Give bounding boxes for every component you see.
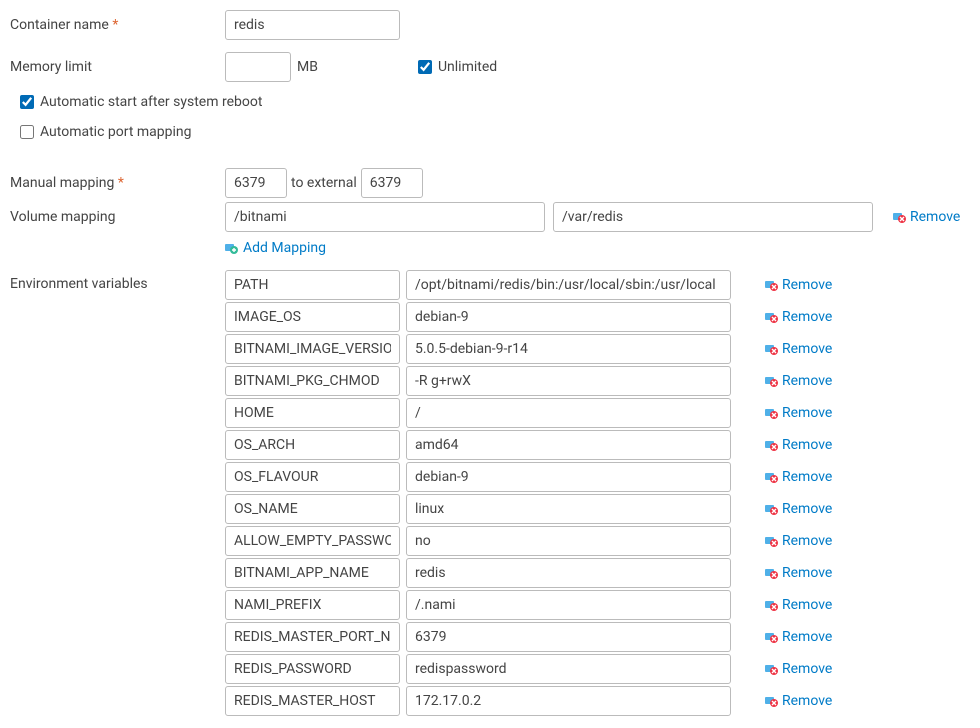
env-row: Remove	[225, 654, 832, 684]
port-internal-input[interactable]	[225, 168, 287, 198]
auto-port-checkbox[interactable]	[20, 125, 34, 139]
env-key-input[interactable]	[225, 686, 400, 716]
add-mapping-button[interactable]: Add Mapping	[243, 240, 326, 256]
env-remove-button[interactable]: Remove	[765, 277, 832, 293]
env-value-input[interactable]	[406, 398, 731, 428]
remove-icon	[765, 471, 779, 483]
remove-icon	[765, 311, 779, 323]
env-key-input[interactable]	[225, 334, 400, 364]
required-asterisk: *	[112, 17, 118, 33]
volume-target-input[interactable]	[553, 202, 873, 232]
env-key-input[interactable]	[225, 398, 400, 428]
remove-icon	[765, 503, 779, 515]
env-remove-button[interactable]: Remove	[765, 597, 832, 613]
env-value-input[interactable]	[406, 622, 731, 652]
remove-icon	[765, 407, 779, 419]
remove-icon	[765, 343, 779, 355]
env-value-input[interactable]	[406, 654, 731, 684]
env-key-input[interactable]	[225, 462, 400, 492]
env-key-input[interactable]	[225, 366, 400, 396]
env-key-input[interactable]	[225, 526, 400, 556]
env-row: Remove	[225, 398, 832, 428]
memory-limit-input[interactable]	[225, 52, 291, 82]
env-row: Remove	[225, 430, 832, 460]
env-row: Remove	[225, 270, 832, 300]
env-row: Remove	[225, 494, 832, 524]
env-value-input[interactable]	[406, 558, 731, 588]
env-remove-button[interactable]: Remove	[765, 533, 832, 549]
memory-limit-label: Memory limit	[10, 59, 225, 75]
remove-icon	[765, 663, 779, 675]
auto-start-checkbox[interactable]	[20, 95, 34, 109]
env-key-input[interactable]	[225, 558, 400, 588]
env-row: Remove	[225, 686, 832, 716]
env-row: Remove	[225, 334, 832, 364]
volume-mapping-label: Volume mapping	[10, 209, 225, 225]
env-value-input[interactable]	[406, 430, 731, 460]
env-value-input[interactable]	[406, 270, 731, 300]
env-value-input[interactable]	[406, 462, 731, 492]
volume-remove-button[interactable]: Remove	[893, 209, 960, 225]
env-remove-button[interactable]: Remove	[765, 437, 832, 453]
env-remove-button[interactable]: Remove	[765, 565, 832, 581]
env-value-input[interactable]	[406, 334, 731, 364]
env-row: Remove	[225, 558, 832, 588]
env-key-input[interactable]	[225, 430, 400, 460]
remove-icon	[765, 599, 779, 611]
env-row: Remove	[225, 302, 832, 332]
remove-icon	[765, 567, 779, 579]
required-asterisk: *	[118, 175, 124, 191]
env-remove-button[interactable]: Remove	[765, 629, 832, 645]
auto-start-label: Automatic start after system reboot	[40, 94, 262, 110]
env-row: Remove	[225, 622, 832, 652]
env-remove-button[interactable]: Remove	[765, 405, 832, 421]
env-remove-button[interactable]: Remove	[765, 693, 832, 709]
env-remove-button[interactable]: Remove	[765, 309, 832, 325]
env-row: Remove	[225, 526, 832, 556]
port-external-input[interactable]	[361, 168, 423, 198]
remove-icon	[765, 375, 779, 387]
env-key-input[interactable]	[225, 654, 400, 684]
env-value-input[interactable]	[406, 366, 731, 396]
env-remove-button[interactable]: Remove	[765, 501, 832, 517]
remove-icon	[765, 535, 779, 547]
container-name-label: Container name *	[10, 17, 225, 33]
env-row: Remove	[225, 590, 832, 620]
remove-icon	[765, 631, 779, 643]
env-remove-button[interactable]: Remove	[765, 469, 832, 485]
remove-icon	[893, 211, 907, 223]
env-remove-button[interactable]: Remove	[765, 341, 832, 357]
env-value-input[interactable]	[406, 494, 731, 524]
env-row: Remove	[225, 462, 832, 492]
remove-icon	[765, 439, 779, 451]
env-key-input[interactable]	[225, 270, 400, 300]
add-icon	[225, 242, 239, 254]
remove-icon	[765, 695, 779, 707]
env-value-input[interactable]	[406, 686, 731, 716]
env-key-input[interactable]	[225, 494, 400, 524]
env-remove-button[interactable]: Remove	[765, 661, 832, 677]
env-key-input[interactable]	[225, 622, 400, 652]
unlimited-label: Unlimited	[438, 59, 497, 75]
to-external-label: to external	[291, 175, 357, 191]
volume-source-input[interactable]	[225, 202, 545, 232]
env-vars-label: Environment variables	[10, 270, 225, 292]
manual-mapping-label: Manual mapping *	[10, 175, 225, 191]
unlimited-checkbox[interactable]	[418, 60, 432, 74]
env-value-input[interactable]	[406, 590, 731, 620]
remove-icon	[765, 279, 779, 291]
env-remove-button[interactable]: Remove	[765, 373, 832, 389]
env-key-input[interactable]	[225, 302, 400, 332]
env-value-input[interactable]	[406, 302, 731, 332]
env-key-input[interactable]	[225, 590, 400, 620]
mb-unit-label: MB	[297, 59, 318, 75]
auto-port-label: Automatic port mapping	[40, 124, 191, 140]
env-value-input[interactable]	[406, 526, 731, 556]
container-name-input[interactable]	[225, 10, 400, 40]
env-row: Remove	[225, 366, 832, 396]
